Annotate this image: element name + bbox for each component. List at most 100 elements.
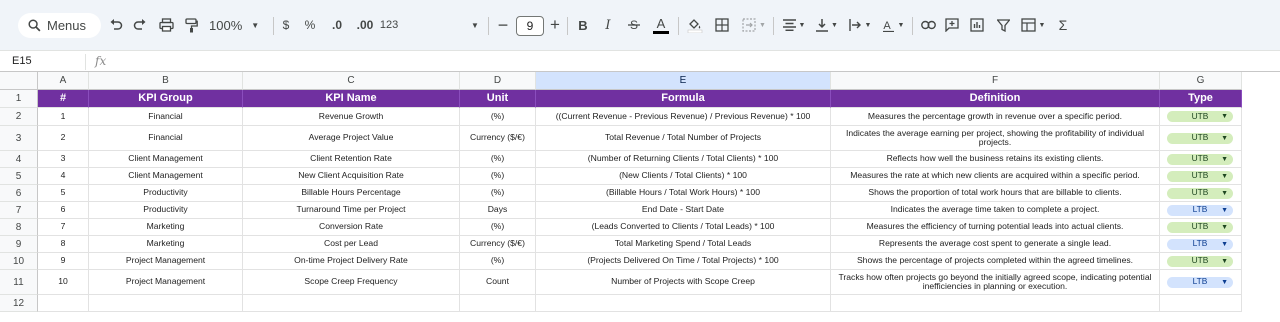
column-header-a[interactable]: A [38, 72, 89, 90]
type-chip-utb[interactable]: UTB ▼ [1167, 170, 1233, 182]
increase-font-size-button[interactable]: + [548, 14, 562, 36]
italic-button[interactable]: I [602, 14, 614, 36]
table-cell[interactable]: Average Project Value [243, 126, 460, 151]
table-cell[interactable]: Represents the average cost spent to gen… [831, 236, 1160, 253]
table-cell[interactable]: Turnaround Time per Project [243, 202, 460, 219]
table-cell[interactable]: Currency ($/€) [460, 126, 536, 151]
currency-format-button[interactable]: $ [280, 14, 292, 36]
table-cell[interactable]: UTB ▼ [1160, 168, 1242, 185]
table-cell[interactable]: New Client Acquisition Rate [243, 168, 460, 185]
table-cell[interactable]: (%) [460, 185, 536, 202]
table-header-cell[interactable]: # [38, 90, 89, 108]
table-cell[interactable]: Indicates the average earning per projec… [831, 126, 1160, 151]
table-cell[interactable]: Measures the percentage growth in revenu… [831, 108, 1160, 126]
empty-cell[interactable] [243, 295, 460, 312]
table-cell[interactable]: (Projects Delivered On Time / Total Proj… [536, 253, 831, 270]
table-cell[interactable]: 2 [38, 126, 89, 151]
table-cell[interactable]: Days [460, 202, 536, 219]
table-cell[interactable]: Financial [89, 108, 243, 126]
row-header-10[interactable]: 10 [0, 253, 38, 270]
row-header-5[interactable]: 5 [0, 168, 38, 185]
text-color-button[interactable]: A [652, 14, 670, 36]
table-cell[interactable]: (%) [460, 151, 536, 168]
table-cell[interactable]: (%) [460, 168, 536, 185]
table-cell[interactable]: End Date - Start Date [536, 202, 831, 219]
table-cell[interactable]: Reflects how well the business retains i… [831, 151, 1160, 168]
table-cell[interactable]: Project Management [89, 253, 243, 270]
table-cell[interactable]: LTB ▼ [1160, 202, 1242, 219]
zoom-select[interactable]: 100% ▼ [209, 14, 267, 36]
text-wrapping-icon[interactable]: ▼ [847, 14, 873, 36]
column-header-b[interactable]: B [89, 72, 243, 90]
font-size-input[interactable]: 9 [516, 16, 544, 36]
table-cell[interactable]: Total Revenue / Total Number of Projects [536, 126, 831, 151]
table-cell[interactable]: Conversion Rate [243, 219, 460, 236]
empty-cell[interactable] [1160, 295, 1242, 312]
paint-format-icon[interactable] [182, 14, 200, 36]
table-cell[interactable]: 4 [38, 168, 89, 185]
table-cell[interactable]: Count [460, 270, 536, 295]
table-cell[interactable]: Marketing [89, 219, 243, 236]
table-cell[interactable]: UTB ▼ [1160, 253, 1242, 270]
decrease-decimal-button[interactable]: .0 [327, 14, 347, 36]
empty-cell[interactable] [89, 295, 243, 312]
row-header-1[interactable]: 1 [0, 90, 38, 108]
link-icon[interactable] [920, 14, 936, 36]
select-all-corner[interactable] [0, 72, 38, 90]
strikethrough-icon[interactable]: S [626, 14, 642, 36]
table-cell[interactable]: UTB ▼ [1160, 151, 1242, 168]
table-cell[interactable]: UTB ▼ [1160, 219, 1242, 236]
table-cell[interactable]: 8 [38, 236, 89, 253]
row-header-7[interactable]: 7 [0, 202, 38, 219]
bold-button[interactable]: B [576, 14, 590, 36]
table-cell[interactable]: 9 [38, 253, 89, 270]
table-cell[interactable]: (Number of Returning Clients / Total Cli… [536, 151, 831, 168]
row-header-11[interactable]: 11 [0, 270, 38, 295]
column-header-f[interactable]: F [831, 72, 1160, 90]
redo-icon[interactable] [132, 14, 148, 36]
number-format-button[interactable]: 123 [380, 14, 398, 36]
table-cell[interactable]: Total Marketing Spend / Total Leads [536, 236, 831, 253]
table-header-cell[interactable]: Formula [536, 90, 831, 108]
table-cell[interactable]: Client Management [89, 168, 243, 185]
type-chip-utb[interactable]: UTB ▼ [1167, 132, 1233, 144]
empty-cell[interactable] [536, 295, 831, 312]
table-cell[interactable]: Shows the proportion of total work hours… [831, 185, 1160, 202]
table-header-cell[interactable]: KPI Group [89, 90, 243, 108]
empty-cell[interactable] [460, 295, 536, 312]
table-cell[interactable]: (Leads Converted to Clients / Total Lead… [536, 219, 831, 236]
table-cell[interactable]: Shows the percentage of projects complet… [831, 253, 1160, 270]
table-cell[interactable]: Productivity [89, 202, 243, 219]
table-cell[interactable]: Measures the rate at which new clients a… [831, 168, 1160, 185]
merge-cells-icon[interactable]: ▼ [740, 14, 768, 36]
table-cell[interactable]: (%) [460, 253, 536, 270]
comment-icon[interactable] [944, 14, 960, 36]
table-cell[interactable]: (New Clients / Total Clients) * 100 [536, 168, 831, 185]
decrease-font-size-button[interactable]: − [496, 14, 510, 36]
table-cell[interactable]: On-time Project Delivery Rate [243, 253, 460, 270]
table-cell[interactable]: LTB ▼ [1160, 270, 1242, 295]
type-chip-utb[interactable]: UTB ▼ [1167, 111, 1233, 122]
type-chip-ltb[interactable]: LTB ▼ [1167, 238, 1233, 250]
font-select-chevron-down-icon[interactable]: ▼ [469, 14, 481, 36]
table-cell[interactable]: UTB ▼ [1160, 185, 1242, 202]
table-cell[interactable]: Marketing [89, 236, 243, 253]
table-cell[interactable]: Project Management [89, 270, 243, 295]
filter-icon[interactable] [995, 14, 1011, 36]
table-cell[interactable]: 3 [38, 151, 89, 168]
table-cell[interactable]: 10 [38, 270, 89, 295]
table-cell[interactable]: 6 [38, 202, 89, 219]
undo-icon[interactable] [108, 14, 124, 36]
row-header-9[interactable]: 9 [0, 236, 38, 253]
fill-color-icon[interactable] [687, 14, 703, 36]
table-cell[interactable]: Currency ($/€) [460, 236, 536, 253]
column-header-c[interactable]: C [243, 72, 460, 90]
type-chip-ltb[interactable]: LTB ▼ [1167, 276, 1233, 288]
table-cell[interactable]: Number of Projects with Scope Creep [536, 270, 831, 295]
table-header-cell[interactable]: KPI Name [243, 90, 460, 108]
name-box[interactable]: E15 [12, 55, 32, 67]
filter-views-icon[interactable]: ▼ [1018, 14, 1048, 36]
table-header-cell[interactable]: Unit [460, 90, 536, 108]
table-header-cell[interactable]: Definition [831, 90, 1160, 108]
vertical-align-icon[interactable]: ▼ [814, 14, 840, 36]
